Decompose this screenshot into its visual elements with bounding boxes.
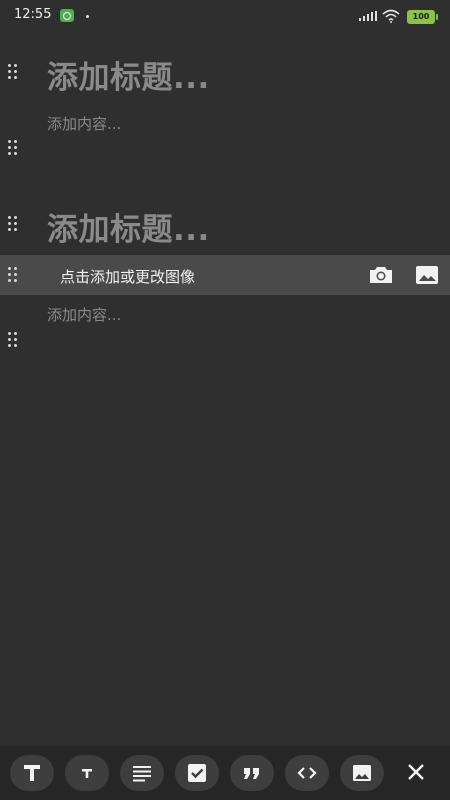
image-icon: [353, 765, 371, 781]
drag-handle-icon[interactable]: [8, 267, 20, 283]
status-bar: 12:55 100: [0, 0, 450, 32]
signal-icon: [359, 11, 377, 21]
code-icon: [297, 767, 317, 779]
large-text-button[interactable]: [10, 755, 54, 791]
notification-dot-icon: [86, 15, 89, 18]
add-image-label[interactable]: 点击添加或更改图像: [60, 266, 195, 287]
wifi-icon: [382, 8, 400, 23]
title-input[interactable]: 添加标题...: [47, 52, 210, 97]
close-icon: [408, 764, 424, 780]
large-text-icon: [24, 765, 40, 781]
content-input[interactable]: 添加内容...: [47, 304, 121, 325]
insert-image-button[interactable]: [340, 755, 384, 791]
drag-handle-icon[interactable]: [8, 140, 20, 156]
title-input[interactable]: 添加标题...: [47, 204, 210, 249]
image-block[interactable]: 点击添加或更改图像: [0, 255, 450, 295]
quote-icon: [244, 768, 259, 779]
paragraph-icon: [133, 766, 151, 782]
small-text-button[interactable]: [65, 755, 109, 791]
close-button[interactable]: [400, 759, 432, 787]
quote-button[interactable]: [230, 755, 274, 791]
formatting-toolbar: [0, 746, 450, 800]
gallery-icon[interactable]: [413, 262, 441, 288]
code-button[interactable]: [285, 755, 329, 791]
drag-handle-icon[interactable]: [8, 332, 20, 348]
camera-icon[interactable]: [367, 262, 395, 288]
drag-handle-icon[interactable]: [8, 216, 20, 232]
small-text-icon: [82, 769, 92, 778]
drag-handle-icon[interactable]: [8, 64, 20, 80]
status-time: 12:55: [14, 7, 52, 22]
battery-icon: 100: [407, 10, 438, 24]
content-input[interactable]: 添加内容...: [47, 113, 121, 134]
checkbox-icon: [188, 764, 206, 782]
paragraph-button[interactable]: [120, 755, 164, 791]
checkbox-button[interactable]: [175, 755, 219, 791]
app-notification-icon: [60, 9, 74, 22]
